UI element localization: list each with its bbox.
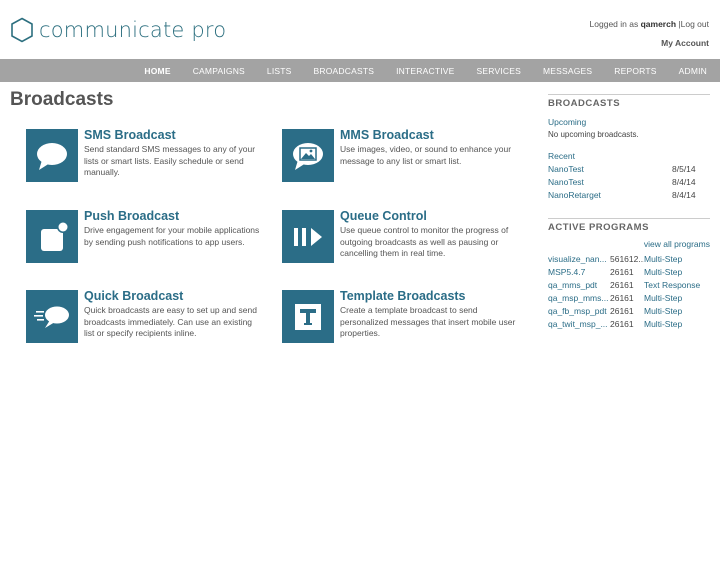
main-nav: HOME CAMPAIGNS LISTS BROADCASTS INTERACT…	[0, 59, 720, 82]
recent-item[interactable]: NanoTest 8/4/14	[548, 177, 710, 187]
nav-messages[interactable]: MESSAGES	[543, 66, 592, 76]
program-type: Multi-Step	[644, 254, 683, 264]
view-all-programs-link[interactable]: view all programs	[548, 239, 710, 249]
nav-home[interactable]: HOME	[144, 66, 170, 76]
card-description: Quick broadcasts are easy to set up and …	[84, 305, 257, 338]
program-id: 26161	[610, 267, 634, 277]
recent-name[interactable]: NanoTest	[548, 177, 584, 187]
program-type: Multi-Step	[644, 267, 683, 277]
nav-broadcasts[interactable]: BROADCASTS	[314, 66, 375, 76]
program-row[interactable]: qa_mms_pdt 26161 Text Response	[548, 280, 710, 290]
program-name[interactable]: qa_mms_pdt	[548, 280, 610, 290]
template-t-icon	[282, 290, 334, 343]
card-title[interactable]: Template Broadcasts	[340, 289, 517, 303]
logout-link[interactable]: Log out	[681, 19, 709, 29]
active-programs-heading: ACTIVE PROGRAMS	[548, 218, 710, 233]
broadcasts-heading: BROADCASTS	[548, 94, 710, 109]
program-row[interactable]: MSP5.4.7 26161 Multi-Step	[548, 267, 710, 277]
program-id: 561612...	[610, 254, 644, 264]
logged-in-label: Logged in as	[589, 19, 639, 29]
card-title[interactable]: Quick Broadcast	[84, 289, 261, 303]
card-description: Use queue control to monitor the progres…	[340, 225, 509, 258]
card-sms-broadcast[interactable]: SMS Broadcast Send standard SMS messages…	[26, 128, 261, 182]
nav-reports[interactable]: REPORTS	[614, 66, 656, 76]
hexagon-logo-icon	[11, 17, 33, 43]
program-id: 26161	[610, 280, 634, 290]
recent-item[interactable]: NanoRetarget 8/4/14	[548, 190, 710, 200]
card-template-broadcasts[interactable]: Template Broadcasts Create a template br…	[282, 289, 517, 343]
program-name[interactable]: qa_fb_msp_pdt	[548, 306, 610, 316]
username: qamerch	[640, 19, 677, 29]
card-queue-control[interactable]: Queue Control Use queue control to monit…	[282, 209, 517, 263]
nav-interactive[interactable]: INTERACTIVE	[396, 66, 454, 76]
card-description: Send standard SMS messages to any of you…	[84, 144, 256, 177]
nav-campaigns[interactable]: CAMPAIGNS	[193, 66, 245, 76]
upcoming-label: Upcoming	[548, 117, 587, 127]
pause-play-icon	[282, 210, 334, 263]
recent-name[interactable]: NanoRetarget	[548, 190, 601, 200]
program-row[interactable]: qa_fb_msp_pdt 26161 Multi-Step	[548, 306, 710, 316]
card-title[interactable]: Push Broadcast	[84, 209, 261, 223]
program-id: 26161	[610, 306, 634, 316]
recent-name[interactable]: NanoTest	[548, 164, 584, 174]
card-push-broadcast[interactable]: Push Broadcast Drive engagement for your…	[26, 209, 261, 263]
sidebar-broadcasts: BROADCASTS Upcoming No upcoming broadcas…	[548, 94, 710, 200]
program-name[interactable]: visualize_nan...	[548, 254, 610, 264]
card-title[interactable]: MMS Broadcast	[340, 128, 517, 142]
recent-date: 8/5/14	[672, 164, 696, 174]
nav-lists[interactable]: LISTS	[267, 66, 292, 76]
program-type: Multi-Step	[644, 306, 683, 316]
recent-date: 8/4/14	[672, 190, 696, 200]
program-row[interactable]: qa_twit_msp_... 26161 Multi-Step	[548, 319, 710, 329]
card-title[interactable]: Queue Control	[340, 209, 517, 223]
nav-admin[interactable]: ADMIN	[679, 66, 707, 76]
program-id: 26161	[610, 293, 634, 303]
program-type: Text Response	[644, 280, 701, 290]
program-id: 26161	[610, 319, 634, 329]
recent-item[interactable]: NanoTest 8/5/14	[548, 164, 710, 174]
image-bubble-icon	[282, 129, 334, 182]
page-title: Broadcasts	[10, 89, 114, 110]
push-notification-icon	[26, 210, 78, 263]
upcoming-empty-text: No upcoming broadcasts.	[548, 130, 639, 139]
account-area: Logged in as qamerch |Log out My Account	[590, 19, 709, 48]
card-quick-broadcast[interactable]: Quick Broadcast Quick broadcasts are eas…	[26, 289, 261, 343]
recent-label: Recent	[548, 151, 575, 161]
card-description: Create a template broadcast to send pers…	[340, 305, 516, 338]
program-type: Multi-Step	[644, 293, 683, 303]
card-description: Use images, video, or sound to enhance y…	[340, 144, 512, 166]
program-name[interactable]: qa_msp_mms...	[548, 293, 610, 303]
program-name[interactable]: qa_twit_msp_...	[548, 319, 610, 329]
program-row[interactable]: visualize_nan... 561612... Multi-Step	[548, 254, 710, 264]
sidebar-active-programs: ACTIVE PROGRAMS view all programs visual…	[548, 218, 710, 329]
card-mms-broadcast[interactable]: MMS Broadcast Use images, video, or soun…	[282, 128, 517, 182]
nav-services[interactable]: SERVICES	[477, 66, 521, 76]
logo-text: communicate pro	[39, 18, 227, 42]
chat-bubble-icon	[26, 129, 78, 182]
card-description: Drive engagement for your mobile applica…	[84, 225, 260, 247]
logo[interactable]: communicate pro	[10, 17, 226, 43]
recent-date: 8/4/14	[672, 177, 696, 187]
my-account-link[interactable]: My Account	[590, 38, 709, 48]
program-type: Multi-Step	[644, 319, 683, 329]
program-row[interactable]: qa_msp_mms... 26161 Multi-Step	[548, 293, 710, 303]
card-title[interactable]: SMS Broadcast	[84, 128, 261, 142]
program-name[interactable]: MSP5.4.7	[548, 267, 610, 277]
fast-bubble-icon	[26, 290, 78, 343]
